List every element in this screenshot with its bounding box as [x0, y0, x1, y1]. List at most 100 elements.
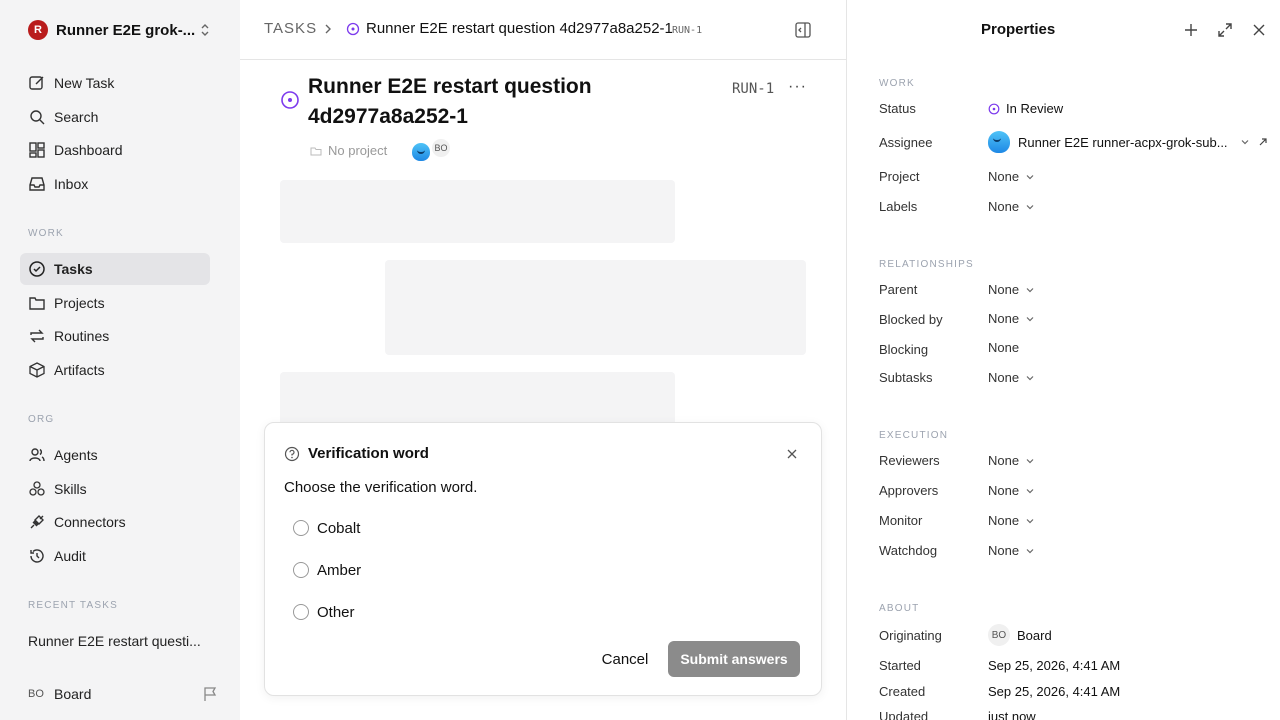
subtasks-text: None: [988, 370, 1020, 385]
watchdog-label: Watchdog: [879, 543, 938, 558]
watchdog-value[interactable]: None: [988, 543, 1035, 558]
sidebar-item-artifacts[interactable]: Artifacts: [20, 354, 210, 386]
approvers-text: None: [988, 483, 1020, 498]
close-icon[interactable]: [785, 447, 799, 461]
sidebar-item-skills[interactable]: Skills: [20, 473, 210, 505]
sidebar-item-routines[interactable]: Routines: [20, 320, 210, 352]
project-selector[interactable]: No project: [310, 143, 387, 158]
option-amber[interactable]: Amber: [293, 559, 361, 581]
chevron-down-icon: [1026, 316, 1034, 321]
page-title[interactable]: Runner E2E restart question 4d2977a8a252…: [308, 72, 668, 132]
sidebar-item-inbox[interactable]: Inbox: [20, 168, 210, 200]
sidebar-item-label: Routines: [54, 328, 110, 344]
sidebar-item-new-task[interactable]: New Task: [20, 67, 210, 99]
reviewers-text: None: [988, 453, 1020, 468]
expand-icon[interactable]: [1217, 22, 1233, 38]
panel-title: Properties: [981, 21, 1056, 38]
status-in-review-icon[interactable]: [280, 90, 300, 110]
sidebar-item-connectors[interactable]: Connectors: [20, 506, 210, 538]
sidebar-item-label: Skills: [54, 481, 87, 497]
radio-button[interactable]: [293, 520, 309, 536]
user-profile[interactable]: BO Board: [28, 684, 218, 704]
sidebar-item-projects[interactable]: Projects: [20, 287, 210, 319]
workspace-logo: R: [28, 20, 48, 40]
close-icon[interactable]: [1251, 22, 1267, 38]
box-icon: [29, 362, 45, 378]
grid-icon: [29, 142, 45, 158]
option-cobalt[interactable]: Cobalt: [293, 517, 360, 539]
parent-label: Parent: [879, 282, 918, 297]
status-value[interactable]: In Review: [988, 101, 1063, 116]
originating-label: Originating: [879, 628, 942, 643]
updated-label: Updated: [879, 709, 929, 720]
breadcrumb-title: Runner E2E restart question 4d2977a8a252…: [366, 20, 673, 37]
blocking-text: None: [988, 340, 1020, 355]
sidebar-item-label: Inbox: [54, 176, 89, 192]
flag-icon[interactable]: [202, 686, 218, 702]
chevron-down-icon: [1026, 548, 1034, 553]
message-placeholder: [280, 180, 675, 243]
reviewers-value[interactable]: None: [988, 453, 1035, 468]
radio-button[interactable]: [293, 604, 309, 620]
chevron-down-icon: [1026, 287, 1034, 292]
sidebar-item-agents[interactable]: Agents: [20, 439, 210, 471]
monitor-value[interactable]: None: [988, 513, 1035, 528]
assignee-chip[interactable]: BO: [412, 139, 450, 161]
blocked-by-value[interactable]: None: [988, 311, 1035, 326]
chevron-up-down-icon: [201, 24, 209, 36]
monitor-label: Monitor: [879, 513, 923, 528]
more-options-button[interactable]: ···: [788, 78, 807, 96]
sidebar-item-audit[interactable]: Audit: [20, 540, 210, 572]
project-value[interactable]: None: [988, 169, 1035, 184]
originating-text: Board: [1017, 627, 1052, 643]
assignee-label: Assignee: [879, 135, 933, 150]
created-label: Created: [879, 684, 926, 699]
radio-button[interactable]: [293, 562, 309, 578]
started-label: Started: [879, 658, 921, 673]
avatar: BO: [432, 139, 450, 157]
avatar: BO: [988, 624, 1010, 646]
chevron-right-icon: [325, 24, 331, 34]
shapes-icon: [29, 481, 45, 496]
submit-answers-button[interactable]: Submit answers: [668, 641, 800, 677]
project-label: No project: [328, 143, 388, 158]
sidebar-item-label: Tasks: [54, 261, 93, 277]
option-other[interactable]: Other: [293, 601, 355, 623]
chevron-down-icon: [1026, 458, 1034, 463]
chevron-down-icon: [1241, 140, 1248, 145]
option-label: Cobalt: [317, 519, 361, 537]
org-section-heading: ORG: [28, 414, 55, 425]
folder-icon: [29, 297, 45, 310]
about-section-heading: ABOUT: [879, 603, 920, 614]
option-label: Other: [317, 603, 355, 621]
blocked-by-label: Blocked by: [879, 312, 943, 327]
recent-task-item[interactable]: Runner E2E restart questi...: [28, 633, 218, 649]
approvers-value[interactable]: None: [988, 483, 1035, 498]
sidebar-item-label: Agents: [54, 447, 98, 463]
breadcrumb-tasks[interactable]: TASKS: [264, 20, 317, 37]
sidebar-item-search[interactable]: Search: [20, 101, 210, 133]
sidebar-item-tasks[interactable]: Tasks: [20, 253, 210, 285]
updated-value: just now: [988, 709, 1036, 720]
external-link-icon[interactable]: [1258, 137, 1268, 147]
labels-value[interactable]: None: [988, 199, 1035, 214]
question-dialog: Verification word Choose the verificatio…: [264, 422, 822, 696]
blocking-value: None: [988, 340, 1019, 355]
breadcrumb: TASKS Runner E2E restart question 4d2977…: [240, 0, 846, 60]
approvers-label: Approvers: [879, 483, 939, 498]
pencil-square-icon: [29, 76, 44, 90]
message-placeholder: [385, 260, 806, 355]
subtasks-value[interactable]: None: [988, 370, 1035, 385]
chevron-down-icon: [1026, 174, 1034, 179]
sidebar-item-dashboard[interactable]: Dashboard: [20, 134, 210, 166]
panel-toggle-icon[interactable]: [794, 21, 812, 39]
assignee-value[interactable]: Runner E2E runner-acpx-grok-sub...: [988, 131, 1268, 153]
cancel-button[interactable]: Cancel: [591, 641, 659, 677]
relationships-section-heading: RELATIONSHIPS: [879, 259, 974, 270]
workspace-switcher[interactable]: R Runner E2E grok-...: [28, 18, 214, 42]
watchdog-text: None: [988, 543, 1020, 558]
labels-text: None: [988, 199, 1020, 214]
parent-value[interactable]: None: [988, 282, 1035, 297]
execution-section-heading: EXECUTION: [879, 430, 949, 441]
plus-icon[interactable]: [1183, 22, 1199, 38]
